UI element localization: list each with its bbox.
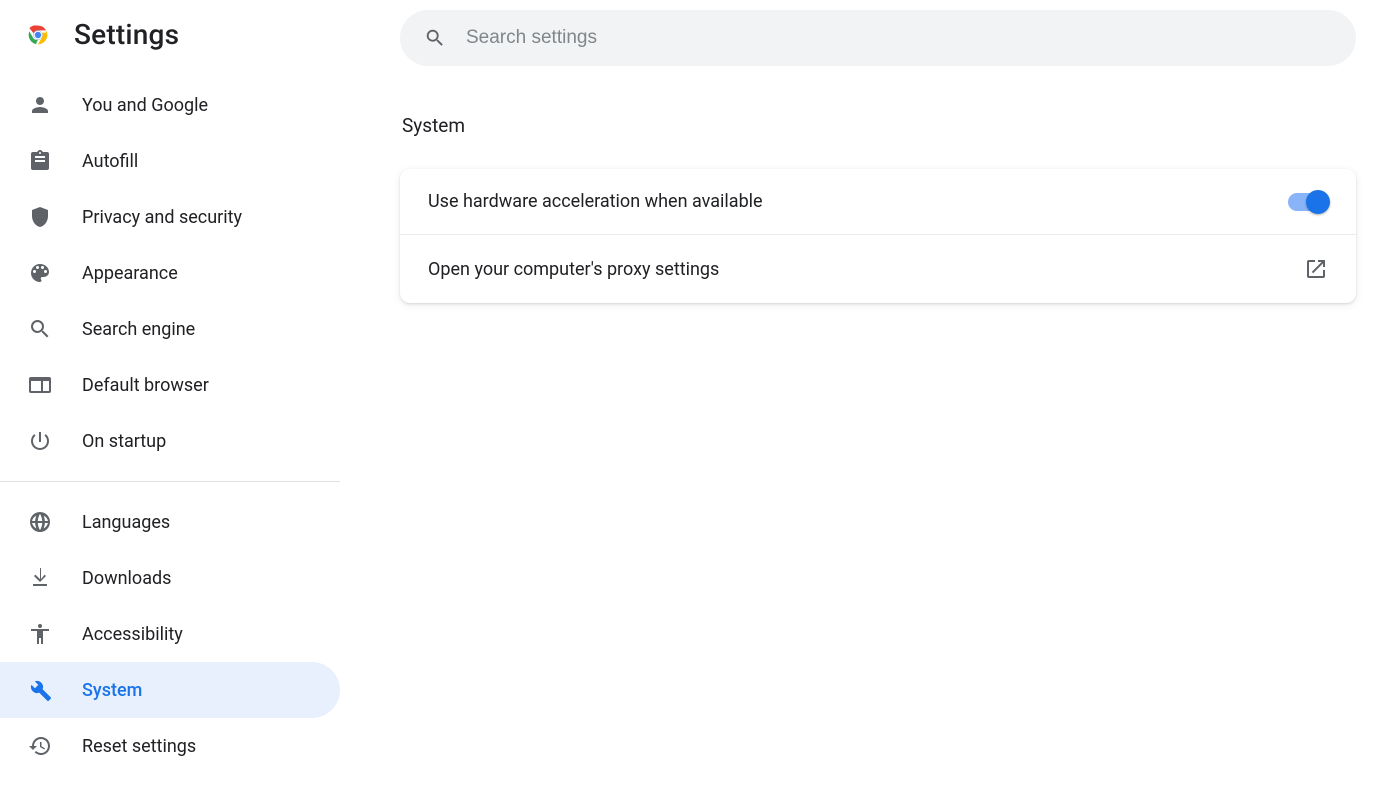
nav-label: You and Google bbox=[82, 95, 208, 116]
nav-label: Reset settings bbox=[82, 736, 196, 757]
accessibility-icon bbox=[28, 622, 52, 646]
nav-item-languages[interactable]: Languages bbox=[0, 494, 340, 550]
nav-item-default-browser[interactable]: Default browser bbox=[0, 357, 340, 413]
nav-item-search-engine[interactable]: Search engine bbox=[0, 301, 340, 357]
nav-label: Privacy and security bbox=[82, 207, 242, 228]
search-bar[interactable] bbox=[400, 10, 1356, 66]
sidebar: Settings You and Google Autofill Privacy… bbox=[0, 0, 340, 788]
nav-item-downloads[interactable]: Downloads bbox=[0, 550, 340, 606]
search-icon bbox=[424, 27, 446, 49]
nav-item-autofill[interactable]: Autofill bbox=[0, 133, 340, 189]
nav-item-you-and-google[interactable]: You and Google bbox=[0, 77, 340, 133]
browser-icon bbox=[28, 373, 52, 397]
nav-group-1: You and Google Autofill Privacy and secu… bbox=[0, 77, 340, 469]
row-hw-accel[interactable]: Use hardware acceleration when available bbox=[400, 169, 1356, 234]
row-label: Open your computer's proxy settings bbox=[428, 259, 719, 280]
settings-card: Use hardware acceleration when available… bbox=[400, 169, 1356, 303]
nav-label: Search engine bbox=[82, 319, 195, 340]
search-icon bbox=[28, 317, 52, 341]
shield-icon bbox=[28, 205, 52, 229]
main: System Use hardware acceleration when av… bbox=[340, 0, 1400, 788]
nav-item-appearance[interactable]: Appearance bbox=[0, 245, 340, 301]
search-input[interactable] bbox=[464, 26, 1332, 50]
nav-group-2: Languages Downloads Accessibility System… bbox=[0, 494, 340, 774]
palette-icon bbox=[28, 261, 52, 285]
clipboard-icon bbox=[28, 149, 52, 173]
nav-label: Appearance bbox=[82, 263, 178, 284]
nav-label: Languages bbox=[82, 512, 170, 533]
external-link-icon bbox=[1304, 257, 1328, 281]
nav-item-on-startup[interactable]: On startup bbox=[0, 413, 340, 469]
wrench-icon bbox=[28, 678, 52, 702]
nav-label: Default browser bbox=[82, 375, 209, 396]
row-proxy[interactable]: Open your computer's proxy settings bbox=[400, 234, 1356, 303]
download-icon bbox=[28, 566, 52, 590]
row-label: Use hardware acceleration when available bbox=[428, 191, 763, 212]
chrome-logo-icon bbox=[24, 21, 52, 49]
nav-divider bbox=[0, 481, 340, 482]
nav-item-reset[interactable]: Reset settings bbox=[0, 718, 340, 774]
history-icon bbox=[28, 734, 52, 758]
nav-label: System bbox=[82, 680, 142, 701]
toggle-knob bbox=[1306, 190, 1330, 214]
person-icon bbox=[28, 93, 52, 117]
brand: Settings bbox=[0, 18, 340, 77]
nav-item-privacy-security[interactable]: Privacy and security bbox=[0, 189, 340, 245]
power-icon bbox=[28, 429, 52, 453]
nav-item-accessibility[interactable]: Accessibility bbox=[0, 606, 340, 662]
section-title: System bbox=[400, 114, 1356, 137]
nav-label: Autofill bbox=[82, 151, 138, 172]
nav-label: Accessibility bbox=[82, 624, 183, 645]
brand-title: Settings bbox=[74, 18, 179, 51]
globe-icon bbox=[28, 510, 52, 534]
nav-label: On startup bbox=[82, 431, 166, 452]
nav-item-system[interactable]: System bbox=[0, 662, 340, 718]
nav-label: Downloads bbox=[82, 568, 171, 589]
toggle-hw-accel[interactable] bbox=[1288, 193, 1328, 211]
